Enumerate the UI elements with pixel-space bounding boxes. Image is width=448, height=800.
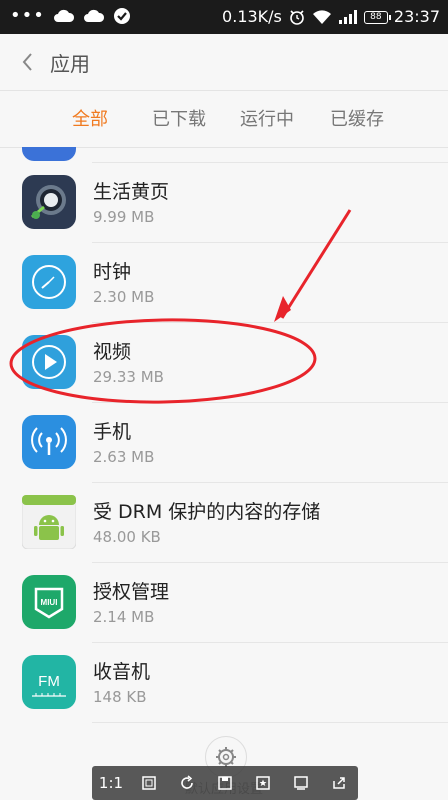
cloud-icon <box>83 9 104 22</box>
page-title: 应用 <box>50 52 90 76</box>
share-icon[interactable] <box>326 771 352 795</box>
yellow-pages-icon <box>22 175 76 229</box>
title-bar: 应用 <box>0 34 448 90</box>
list-item[interactable]: 视频 29.33 MB <box>0 323 448 403</box>
list-item[interactable]: 生活黄页 9.99 MB <box>0 163 448 243</box>
alarm-icon <box>290 10 304 25</box>
list-item[interactable]: 手机 2.63 MB <box>0 403 448 483</box>
miui-badge-icon: MIUI <box>22 575 76 629</box>
network-speed: 0.13K/s <box>222 7 282 26</box>
app-name: 收音机 <box>93 661 151 683</box>
svg-text:MIUI: MIUI <box>41 598 58 607</box>
viewer-toolbar: 1:1 <box>92 766 358 800</box>
app-size: 2.63 MB <box>93 448 155 466</box>
list-item[interactable]: 受 DRM 保护的内容的存储 48.00 KB <box>0 483 448 563</box>
tab-all[interactable]: 全部 <box>72 105 108 131</box>
app-name: 授权管理 <box>93 581 170 603</box>
clock-icon <box>22 255 76 309</box>
app-size: 9.99 MB <box>93 208 155 226</box>
actual-size-button[interactable]: 1:1 <box>98 771 124 795</box>
tab-downloaded[interactable]: 已下载 <box>152 105 206 131</box>
app-size: 148 KB <box>93 688 147 706</box>
rotate-icon[interactable] <box>174 771 200 795</box>
app-size: 29.33 MB <box>93 368 164 386</box>
tab-running[interactable]: 运行中 <box>240 105 294 131</box>
battery-icon: 88 <box>363 10 391 24</box>
svg-text:FM: FM <box>38 673 60 690</box>
list-item-partial <box>0 147 448 163</box>
notification-dots: ••• <box>10 5 45 26</box>
phone-signal-icon <box>22 415 76 469</box>
status-bar: ••• 0.13K/s 88 23:37 <box>0 0 448 34</box>
cloud-icon <box>53 9 74 22</box>
app-name: 受 DRM 保护的内容的存储 <box>93 501 321 523</box>
app-size: 2.30 MB <box>93 288 155 306</box>
list-item[interactable]: 时钟 2.30 MB <box>0 243 448 323</box>
app-name: 视频 <box>93 341 132 363</box>
chevron-left-icon[interactable] <box>18 50 38 74</box>
favorite-icon[interactable] <box>250 771 276 795</box>
android-icon <box>22 495 76 549</box>
app-size: 48.00 KB <box>93 528 161 546</box>
signal-icon <box>338 10 357 24</box>
video-play-icon <box>22 335 76 389</box>
fm-radio-icon: FM <box>22 655 76 709</box>
tab-cached[interactable]: 已缓存 <box>330 105 384 131</box>
list-item[interactable]: MIUI 授权管理 2.14 MB <box>0 563 448 643</box>
wifi-icon <box>312 10 331 24</box>
edit-icon[interactable] <box>288 771 314 795</box>
check-circle-icon <box>113 8 130 24</box>
list-item[interactable]: FM 收音机 148 KB <box>0 643 448 723</box>
save-icon[interactable] <box>212 771 238 795</box>
fit-screen-icon[interactable] <box>136 771 162 795</box>
app-size: 2.14 MB <box>93 608 155 626</box>
clock-time: 23:37 <box>393 7 440 26</box>
app-name: 生活黄页 <box>93 181 170 203</box>
app-name: 手机 <box>93 421 132 443</box>
app-name: 时钟 <box>93 261 132 283</box>
tab-bar: 全部 已下载 运行中 已缓存 <box>0 90 448 148</box>
